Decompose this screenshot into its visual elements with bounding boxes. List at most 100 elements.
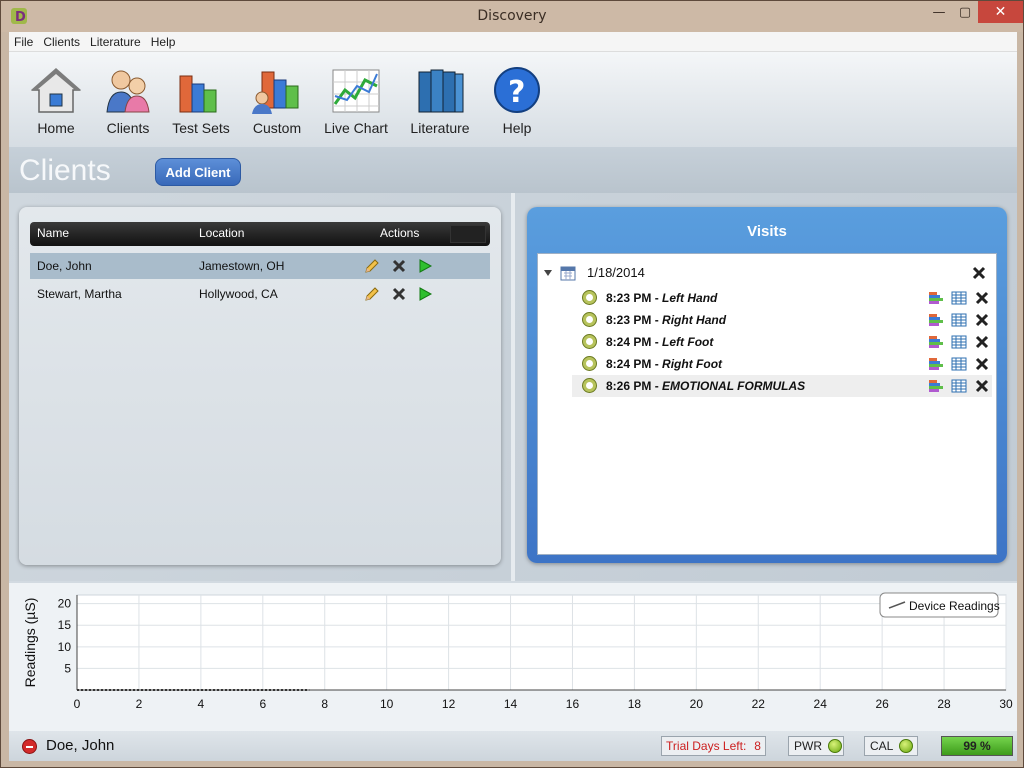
visit-item[interactable]: 8:23 PM - Left Hand <box>572 287 992 309</box>
table-icon[interactable] <box>951 378 967 394</box>
visit-name: Left Hand <box>662 291 718 305</box>
menu-file[interactable]: File <box>9 35 38 49</box>
cal-label: CAL <box>870 739 894 753</box>
literature-button[interactable]: Literature <box>407 66 473 136</box>
table-icon[interactable] <box>951 356 967 372</box>
trial-days: 8 <box>754 739 761 753</box>
visit-separator: - <box>654 379 659 393</box>
visit-time: 8:24 PM <box>606 335 652 349</box>
custom-icon <box>250 66 304 114</box>
visit-item[interactable]: 8:26 PM - EMOTIONAL FORMULAS <box>572 375 992 397</box>
visit-item[interactable]: 8:24 PM - Right Foot <box>572 353 992 375</box>
home-button[interactable]: Home <box>27 66 85 136</box>
visit-time: 8:24 PM <box>606 357 652 371</box>
status-bar: Doe, John Trial Days Left: 8 PWR CAL 99 … <box>9 731 1017 761</box>
edit-icon[interactable] <box>364 286 380 302</box>
visit-label: 8:23 PM - Right Hand <box>606 313 726 327</box>
cal-indicator: CAL <box>864 736 918 756</box>
delete-visit-icon[interactable] <box>974 312 990 328</box>
x-tick-label: 24 <box>814 697 828 711</box>
column-location[interactable]: Location <box>199 226 244 240</box>
minimize-button[interactable]: — <box>926 1 952 23</box>
menu-help[interactable]: Help <box>146 35 181 49</box>
column-name[interactable]: Name <box>37 226 69 240</box>
bar-chart-icon[interactable] <box>928 334 944 350</box>
client-location: Jamestown, OH <box>199 259 285 273</box>
visits-tree: 1/18/2014 8:23 PM - Left Hand 8:23 PM - R… <box>537 253 997 555</box>
help-label: Help <box>502 120 532 136</box>
clients-button[interactable]: Clients <box>101 66 155 136</box>
custom-button[interactable]: Custom <box>247 66 307 136</box>
play-icon[interactable] <box>417 286 433 302</box>
visit-item[interactable]: 8:23 PM - Right Hand <box>572 309 992 331</box>
live-chart-button[interactable]: Live Chart <box>323 66 389 136</box>
live-chart-panel: 0 2 4 6 8 10 12 14 16 18 20 22 24 26 28 30 5 10 15 20 Readin… <box>9 581 1017 731</box>
delete-visit-icon[interactable] <box>974 356 990 372</box>
bar-chart-icon[interactable] <box>928 312 944 328</box>
x-tick-label: 18 <box>628 697 642 711</box>
client-table-header: Name Location Actions <box>30 222 490 246</box>
menu-clients[interactable]: Clients <box>38 35 85 49</box>
delete-visit-icon[interactable] <box>974 290 990 306</box>
clock-icon <box>582 312 597 327</box>
clock-icon <box>582 378 597 393</box>
test-sets-button[interactable]: Test Sets <box>171 66 231 136</box>
legend-label: Device Readings <box>909 599 1000 613</box>
table-row[interactable]: Doe, John Jamestown, OH <box>30 253 490 279</box>
x-tick-label: 20 <box>690 697 704 711</box>
table-icon[interactable] <box>951 312 967 328</box>
header-filler <box>450 225 486 243</box>
help-button[interactable]: ? Help <box>489 66 545 136</box>
x-tick-label: 10 <box>380 697 394 711</box>
x-tick-label: 2 <box>136 697 143 711</box>
visit-item[interactable]: 8:24 PM - Left Foot <box>572 331 992 353</box>
delete-visit-icon[interactable] <box>974 334 990 350</box>
help-icon: ? <box>490 66 544 114</box>
delete-visit-icon[interactable] <box>974 378 990 394</box>
maximize-button[interactable]: ▢ <box>952 1 978 23</box>
custom-label: Custom <box>252 120 302 136</box>
visit-date-node[interactable]: 1/18/2014 <box>538 262 996 284</box>
add-client-button[interactable]: Add Client <box>155 158 241 186</box>
bar-chart-icon[interactable] <box>928 378 944 394</box>
close-button[interactable]: ✕ <box>978 1 1023 23</box>
clients-label: Clients <box>106 120 150 136</box>
edit-icon[interactable] <box>364 258 380 274</box>
home-label: Home <box>37 120 75 136</box>
bar-chart-icon[interactable] <box>928 356 944 372</box>
clients-icon <box>101 66 155 114</box>
delete-date-icon[interactable] <box>972 266 986 280</box>
table-row[interactable]: Stewart, Martha Hollywood, CA <box>30 281 490 307</box>
title-bar[interactable]: D Discovery — ▢ ✕ <box>1 1 1023 32</box>
pwr-indicator: PWR <box>788 736 844 756</box>
play-icon[interactable] <box>417 258 433 274</box>
visit-name: EMOTIONAL FORMULAS <box>662 379 806 393</box>
table-icon[interactable] <box>951 334 967 350</box>
stop-icon[interactable] <box>22 739 37 754</box>
x-tick-label: 30 <box>999 697 1013 711</box>
visit-label: 8:24 PM - Left Foot <box>606 335 713 349</box>
test-sets-label: Test Sets <box>172 120 230 136</box>
visit-time: 8:26 PM <box>606 379 652 393</box>
visit-separator: - <box>654 335 659 349</box>
menu-bar: File Clients Literature Help <box>9 32 1017 52</box>
table-icon[interactable] <box>951 290 967 306</box>
calendar-icon <box>560 266 576 281</box>
bar-chart-icon[interactable] <box>928 290 944 306</box>
clock-icon <box>582 356 597 371</box>
column-actions[interactable]: Actions <box>380 226 419 240</box>
visit-separator: - <box>654 357 659 371</box>
visit-separator: - <box>654 313 659 327</box>
x-tick-label: 8 <box>321 697 328 711</box>
x-tick-label: 6 <box>259 697 266 711</box>
live-chart-label: Live Chart <box>324 120 388 136</box>
delete-icon[interactable] <box>391 286 407 302</box>
menu-literature[interactable]: Literature <box>85 35 146 49</box>
visit-label: 8:23 PM - Left Hand <box>606 291 717 305</box>
collapse-icon[interactable] <box>544 269 552 277</box>
client-name: Doe, John <box>37 259 92 273</box>
svg-text:?: ? <box>508 75 525 110</box>
visit-date: 1/18/2014 <box>587 265 645 280</box>
visit-time: 8:23 PM <box>606 313 652 327</box>
delete-icon[interactable] <box>391 258 407 274</box>
